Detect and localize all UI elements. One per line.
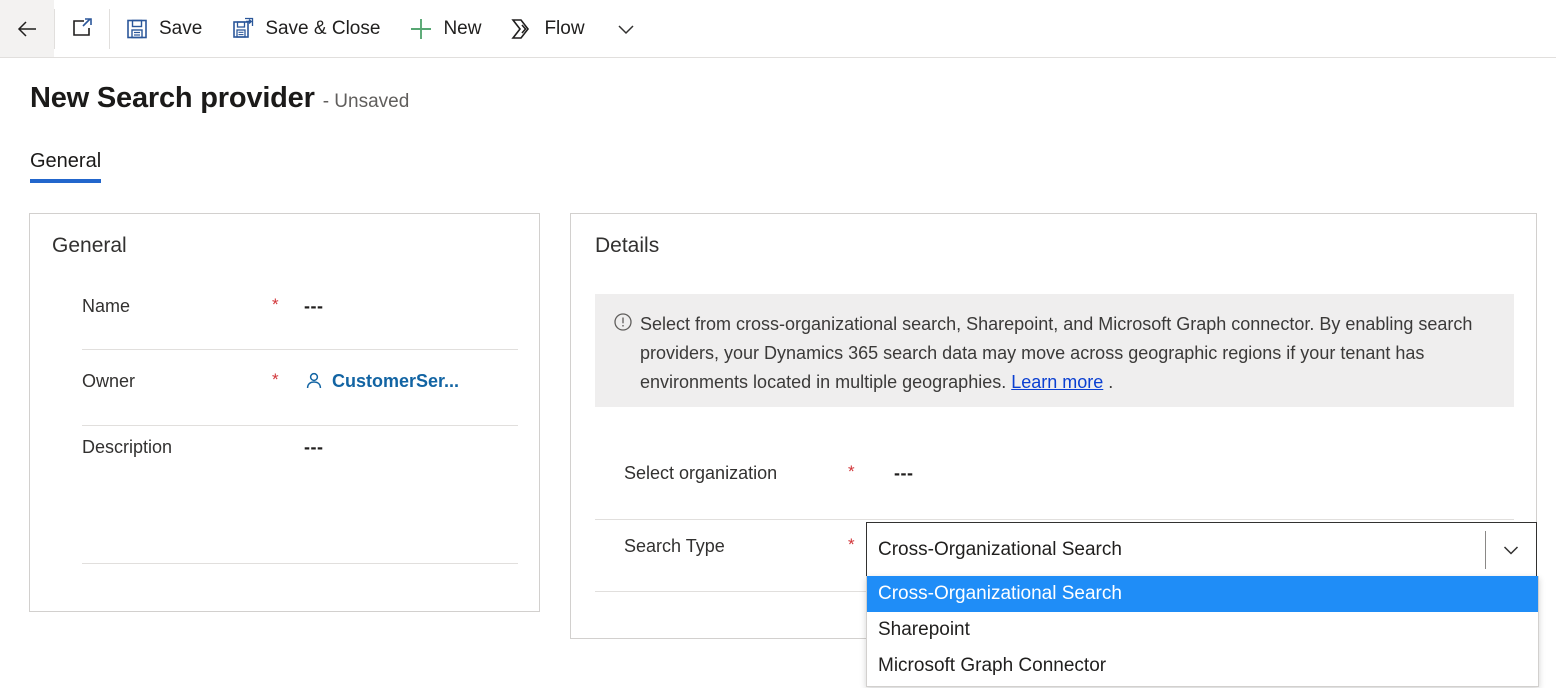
field-row-name: Name * --- [82, 295, 518, 317]
option-label: Sharepoint [878, 619, 970, 640]
search-type-option-microsoft-graph-connector[interactable]: Microsoft Graph Connector [867, 648, 1538, 684]
save-and-close-icon [230, 16, 256, 42]
overflow-menu-button[interactable] [599, 0, 653, 57]
chevron-down-icon [613, 16, 639, 42]
save-and-close-button-label: Save & Close [265, 18, 381, 39]
details-info-banner: Select from cross-organizational search,… [595, 294, 1514, 407]
field-row-description: Description --- [82, 436, 518, 458]
open-in-new-window-button[interactable] [55, 0, 109, 57]
chevron-down-icon [1503, 545, 1519, 555]
save-icon [124, 16, 150, 42]
field-row-owner: Owner * CustomerSer... [82, 370, 518, 392]
new-button-label: New [443, 18, 482, 39]
details-info-text-tail: . [1103, 372, 1114, 392]
required-indicator-select-organization: * [848, 462, 855, 481]
field-label-search-type: Search Type [624, 536, 725, 556]
new-button[interactable]: New [394, 0, 495, 57]
field-value-name[interactable]: --- [304, 295, 323, 317]
search-type-option-list: Cross-Organizational Search Sharepoint M… [866, 576, 1539, 687]
page-save-status: - Unsaved [322, 91, 410, 112]
details-field-divider-1 [595, 519, 1514, 520]
back-button[interactable] [0, 0, 54, 57]
option-label: Microsoft Graph Connector [878, 655, 1107, 676]
field-label-select-organization: Select organization [624, 463, 778, 483]
details-info-text: Select from cross-organizational search,… [640, 310, 1496, 397]
person-icon [304, 371, 324, 391]
search-type-option-cross-organizational-search[interactable]: Cross-Organizational Search [867, 576, 1538, 612]
general-card-title: General [52, 234, 127, 257]
tab-strip: General [30, 150, 102, 183]
flow-button-label: Flow [544, 18, 585, 39]
plus-icon [408, 16, 434, 42]
option-label: Cross-Organizational Search [878, 583, 1122, 604]
field-divider-1 [82, 349, 518, 350]
save-button-label: Save [159, 18, 203, 39]
search-type-combobox[interactable]: Cross-Organizational Search [866, 522, 1537, 577]
field-value-owner[interactable]: CustomerSer... [304, 370, 459, 392]
details-card-title: Details [595, 234, 660, 257]
page-title: New Search provider [30, 82, 315, 114]
field-value-owner-label: CustomerSer... [332, 371, 460, 391]
general-card: General Name * --- Owner * CustomerSer..… [29, 213, 540, 612]
back-arrow-icon [14, 16, 40, 42]
field-value-description[interactable]: --- [304, 436, 323, 458]
tab-general-label: General [30, 150, 102, 172]
flow-button[interactable]: Flow [495, 0, 598, 57]
field-label-description: Description [82, 437, 173, 457]
field-value-select-organization[interactable]: --- [894, 462, 913, 484]
required-indicator-owner: * [272, 370, 279, 389]
info-circle-icon [613, 312, 633, 337]
open-in-new-window-icon [69, 16, 95, 42]
search-type-combobox-expand-button[interactable] [1485, 530, 1536, 569]
field-divider-2 [82, 425, 518, 426]
command-bar: Save Save & Close New Flow [0, 0, 1556, 58]
search-type-combobox-value: Cross-Organizational Search [878, 538, 1122, 560]
search-type-option-sharepoint[interactable]: Sharepoint [867, 612, 1538, 648]
learn-more-link[interactable]: Learn more [1011, 372, 1103, 392]
field-label-name: Name [82, 296, 131, 316]
page-header: New Search provider - Unsaved [30, 82, 409, 115]
required-indicator-name: * [272, 295, 279, 314]
field-label-owner: Owner [82, 371, 136, 391]
save-button[interactable]: Save [110, 0, 216, 57]
flow-icon [509, 16, 535, 42]
field-divider-3 [82, 563, 518, 564]
field-row-select-organization: Select organization * --- [624, 462, 1504, 484]
tab-general[interactable]: General [30, 150, 102, 183]
save-and-close-button[interactable]: Save & Close [216, 0, 394, 57]
